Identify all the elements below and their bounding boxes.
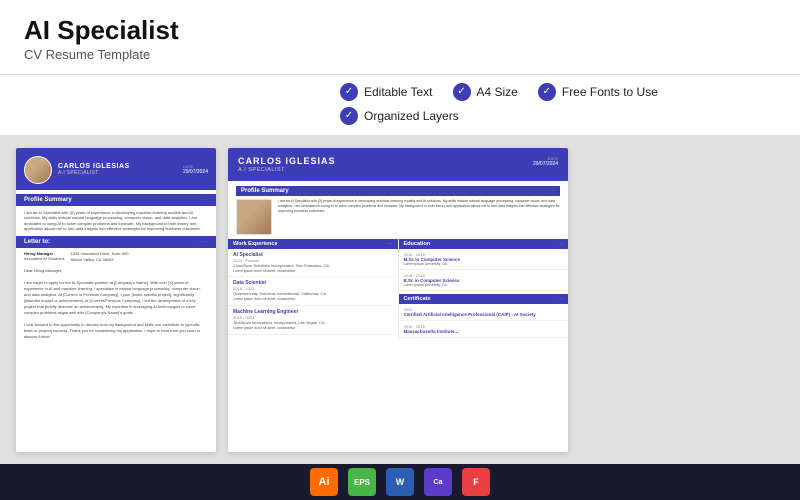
cv-right-name: CARLOS IGLESIAS: [238, 156, 525, 166]
job-company-0: CloudSync Solutions Incorporated, San Fr…: [233, 263, 393, 268]
bottom-toolbar: Ai EPS W Ca F: [0, 464, 800, 500]
cv-right-role: A.I SPECIALIST: [238, 167, 525, 173]
job-company-1: QuantumLeap Solutions International, Cal…: [233, 291, 393, 296]
cv-right-date-block: DATE 29/07/2024: [533, 156, 558, 167]
cv-right-profile-title: Profile Summary: [241, 188, 289, 194]
cv-edu-dots: ···: [558, 241, 563, 247]
cv-dots-letter: ···: [199, 239, 208, 245]
cv-profile-bar-left: Profile Summary ···: [16, 194, 216, 206]
avatar-left: [24, 156, 52, 184]
edu-item-0: 2015 - 2018 M.Sc in Computer Science Lor…: [399, 249, 569, 270]
feature-free-fonts: ✓ Free Fonts to Use: [538, 83, 658, 101]
avatar-right: [236, 199, 272, 235]
toolbar-ai-button[interactable]: Ai: [310, 468, 338, 496]
feature-label-fonts: Free Fonts to Use: [562, 85, 658, 99]
check-icon-a4: ✓: [453, 83, 471, 101]
feature-label-layers: Organized Layers: [364, 109, 459, 123]
cv-date-val-left: 29/07/2024: [183, 169, 208, 175]
cv-edu-title: Education: [404, 241, 431, 247]
edu-school-1: Lorem Ipsum University, CA: [404, 283, 564, 287]
edu-item-1: 2015 - 2018 B.Sc in Computer Science Lor…: [399, 270, 569, 291]
cv-work-header: Work Experience ···: [228, 239, 398, 249]
cv-profile-title-left: Profile Summary: [24, 197, 72, 203]
cv-two-col: Work Experience ··· AI Specialist 2023 -…: [228, 239, 568, 338]
edu-school-0: Lorem Ipsum University, CA: [404, 262, 564, 266]
job-item-1: Data Scientist 2018 - 2023 QuantumLeap S…: [228, 277, 398, 306]
cv-cert-dots: ···: [558, 296, 563, 302]
check-icon-fonts: ✓: [538, 83, 556, 101]
job-company-2: TechNova Innovations Incorporated, Las V…: [233, 320, 393, 325]
cv-date-block-left: DATE 29/07/2024: [183, 164, 208, 175]
cv-address-row: Hiring Manager Innovative AI Solutions 1…: [16, 248, 216, 265]
job-item-0: AI Specialist 2023 - Present CloudSync S…: [228, 249, 398, 278]
cv-cert-title: Certificate: [404, 296, 431, 302]
feature-label-editable: Editable Text: [364, 85, 433, 99]
cert-item-1: 2015 - 2018 Massachusetts Institute...: [399, 321, 569, 338]
cv-work-dots: ···: [388, 241, 393, 247]
cv-right-profile-bar: Profile Summary ···: [236, 186, 560, 196]
cv-header-right: CARLOS IGLESIAS A.I SPECIALIST DATE 29/0…: [228, 148, 568, 181]
toolbar-canva-button[interactable]: Ca: [424, 468, 452, 496]
check-icon-layers: ✓: [340, 107, 358, 125]
cv-letter-title: Letter to:: [24, 239, 50, 245]
cv-right-profile-row: I am an AI Specialist with [X] years of …: [236, 199, 560, 235]
job-text-2: Lorem ipsum dolor sit amet, consectetur: [233, 326, 393, 331]
cv-cert-header: Certificate ···: [399, 294, 569, 304]
cv-address: 1234 Innovation Drive, Suite 500 Silicon…: [70, 251, 128, 262]
job-item-2: Machine Learning Engineer 2015 - 2023 Te…: [228, 306, 398, 335]
toolbar-word-button[interactable]: W: [386, 468, 414, 496]
cv-work-col: Work Experience ··· AI Specialist 2023 -…: [228, 239, 399, 338]
cv-header-left: CARLOS IGLESIAS A.I SPECIALIST DATE 29/0…: [16, 148, 216, 190]
cv-work-title: Work Experience: [233, 241, 278, 247]
header: AI Specialist CV Resume Template: [0, 0, 800, 75]
cv-right-date-val: 29/07/2024: [533, 161, 558, 167]
features-row: ✓ Editable Text ✓ A4 Size ✓ Free Fonts t…: [0, 75, 800, 136]
cv-right-name-block: CARLOS IGLESIAS A.I SPECIALIST: [238, 156, 525, 173]
main-content: CARLOS IGLESIAS A.I SPECIALIST DATE 29/0…: [0, 136, 800, 464]
cv-name-block-left: CARLOS IGLESIAS A.I SPECIALIST: [58, 163, 177, 176]
cert-item-0: 2022 Certified Artificial Intelligence P…: [399, 304, 569, 321]
cv-letter-bar: Letter to: ···: [16, 236, 216, 248]
job-text-1: Lorem ipsum dolor sit amet, consectetur: [233, 297, 393, 302]
cert-name-1: Massachusetts Institute...: [404, 329, 564, 334]
cv-right-profile-dots: ···: [550, 188, 555, 194]
feature-a4-size: ✓ A4 Size: [453, 83, 518, 101]
cv-edu-col: Education ··· 2015 - 2018 M.Sc in Comput…: [399, 239, 569, 338]
job-text-0: Lorem ipsum dolor sit amet, consectetur: [233, 269, 393, 274]
cv-dots-profile-left: ···: [199, 197, 208, 203]
toolbar-figma-button[interactable]: F: [462, 468, 490, 496]
cv-recipient-block: Hiring Manager Innovative AI Solutions: [24, 251, 64, 262]
cv-role-left: A.I SPECIALIST: [58, 170, 177, 176]
cv-letter-body: Dear Hiring Manager, I am eager to apply…: [16, 265, 216, 343]
page-subtitle: CV Resume Template: [24, 47, 776, 62]
cv-name-left: CARLOS IGLESIAS: [58, 163, 177, 170]
toolbar-eps-button[interactable]: EPS: [348, 468, 376, 496]
cv-profile-body-left: I am an AI Specialist with [X] years of …: [16, 206, 216, 236]
cv-panel-left: CARLOS IGLESIAS A.I SPECIALIST DATE 29/0…: [16, 148, 216, 452]
cv-company-name: Innovative AI Solutions: [24, 256, 64, 262]
feature-editable-text: ✓ Editable Text: [340, 83, 433, 101]
cv-profile-text-left: I am an AI Specialist with [X] years of …: [24, 210, 208, 232]
cv-right-profile-section: Profile Summary ··· I am an AI Specialis…: [228, 181, 568, 239]
feature-label-a4: A4 Size: [477, 85, 518, 99]
cert-name-0: Certified Artificial Intelligence Profes…: [404, 312, 564, 317]
page-wrapper: AI Specialist CV Resume Template ✓ Edita…: [0, 0, 800, 500]
cv-right-profile-text: I am an AI Specialist with [X] years of …: [278, 199, 560, 235]
check-icon-editable: ✓: [340, 83, 358, 101]
cv-panel-right: CARLOS IGLESIAS A.I SPECIALIST DATE 29/0…: [228, 148, 568, 452]
cv-edu-header: Education ···: [399, 239, 569, 249]
avatar-img-left: [25, 157, 51, 183]
page-title: AI Specialist: [24, 16, 776, 45]
feature-organized-layers: ✓ Organized Layers: [340, 107, 459, 125]
